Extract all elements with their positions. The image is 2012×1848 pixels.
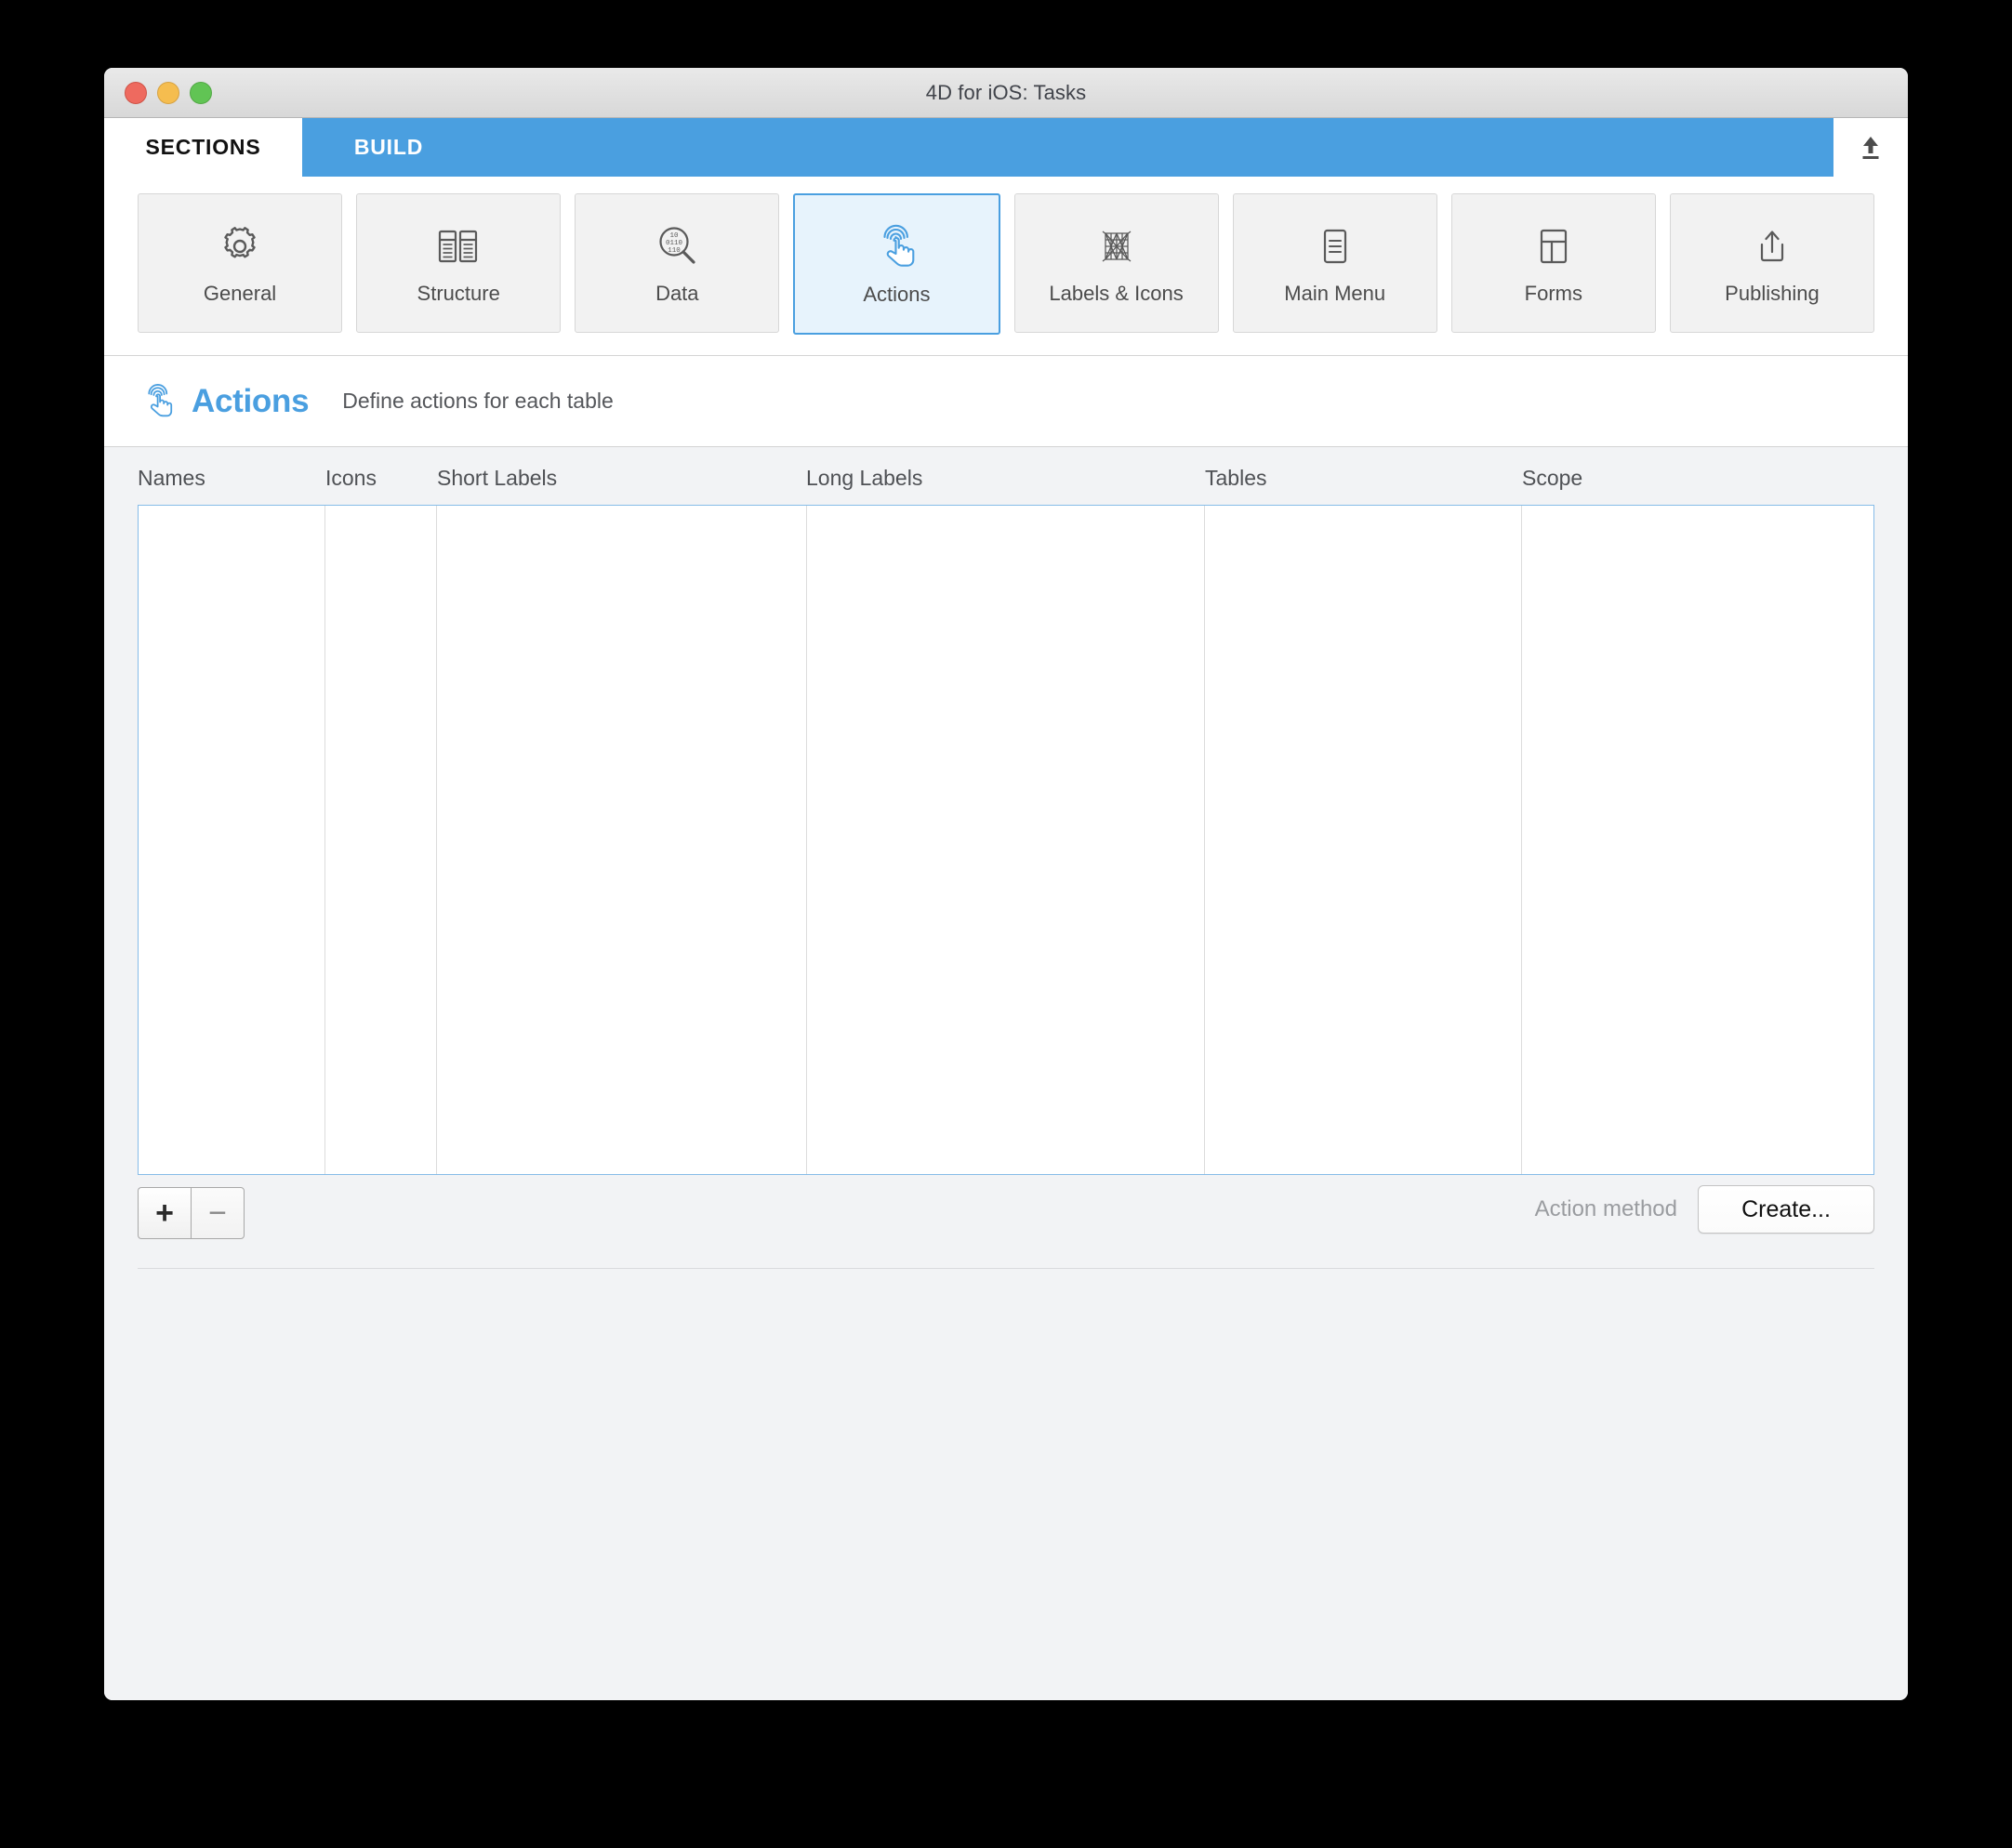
- section-button-general[interactable]: General: [138, 193, 343, 333]
- minimize-button[interactable]: [157, 81, 179, 104]
- column-header-icons[interactable]: Icons: [325, 466, 377, 491]
- tap-finger-icon: [870, 221, 922, 273]
- section-label: Forms: [1524, 282, 1582, 305]
- window-title: 4D for iOS: Tasks: [925, 80, 1087, 104]
- menu-list-icon: [1309, 220, 1361, 272]
- column-header-tables[interactable]: Tables: [1205, 466, 1266, 491]
- svg-text:110: 110: [668, 247, 682, 255]
- page-header: Actions Define actions for each table: [104, 356, 1908, 447]
- section-label: General: [203, 282, 277, 305]
- content-pane: Names Icons Short Labels Long Labels Tab…: [104, 447, 1908, 1700]
- section-label: Main Menu: [1284, 282, 1386, 305]
- table-column-headers: Names Icons Short Labels Long Labels Tab…: [138, 447, 1874, 505]
- layout-panes-icon: [1528, 220, 1580, 272]
- section-button-main-menu[interactable]: Main Menu: [1232, 193, 1437, 333]
- grid-mesh-icon: [1091, 220, 1143, 272]
- section-button-labels-icons[interactable]: Labels & Icons: [1013, 193, 1219, 333]
- app-window: 4D for iOS: Tasks SECTIONS BUILD General…: [104, 68, 1908, 1700]
- section-label: Publishing: [1725, 282, 1820, 305]
- gear-icon: [214, 220, 266, 272]
- column-header-short-labels[interactable]: Short Labels: [437, 466, 557, 491]
- add-action-button[interactable]: +: [138, 1187, 191, 1239]
- upload-icon[interactable]: [1833, 118, 1908, 177]
- column-header-scope[interactable]: Scope: [1522, 466, 1582, 491]
- column-divider[interactable]: [436, 506, 437, 1174]
- add-remove-segmented-control: + −: [138, 1187, 245, 1239]
- section-button-publishing[interactable]: Publishing: [1669, 193, 1874, 333]
- tap-finger-icon: [138, 378, 179, 425]
- page-subtitle: Define actions for each table: [342, 389, 614, 413]
- column-divider[interactable]: [1204, 506, 1205, 1174]
- section-label: Labels & Icons: [1049, 282, 1184, 305]
- tables-icon: [432, 220, 484, 272]
- remove-action-button[interactable]: −: [191, 1187, 245, 1239]
- section-button-structure[interactable]: Structure: [356, 193, 562, 333]
- create-button[interactable]: Create...: [1698, 1185, 1874, 1234]
- maximize-button[interactable]: [190, 81, 212, 104]
- actions-table[interactable]: [138, 505, 1874, 1175]
- section-button-actions[interactable]: Actions: [793, 193, 1000, 335]
- section-button-data[interactable]: 10 0110 110 Data: [575, 193, 780, 333]
- title-bar: 4D for iOS: Tasks: [104, 68, 1908, 118]
- column-header-names[interactable]: Names: [138, 466, 205, 491]
- column-divider[interactable]: [806, 506, 807, 1174]
- column-header-long-labels[interactable]: Long Labels: [806, 466, 922, 491]
- section-label: Structure: [417, 282, 500, 305]
- empty-detail-area: [138, 1269, 1874, 1700]
- tab-build[interactable]: BUILD: [302, 118, 475, 177]
- svg-text:0110: 0110: [666, 240, 683, 247]
- page-title: Actions: [192, 382, 310, 419]
- action-method-group: Action method Create...: [1535, 1175, 1874, 1244]
- section-label: Actions: [863, 283, 931, 306]
- tab-sections[interactable]: SECTIONS: [104, 118, 302, 177]
- upload-tray-icon: [1746, 220, 1798, 272]
- section-toolbar: General Structure 10 0110 110 Data Actio…: [104, 177, 1908, 356]
- tab-bar-background: [302, 118, 1908, 177]
- screen: 4D for iOS: Tasks SECTIONS BUILD General…: [0, 0, 2012, 1848]
- table-bottom-bar: + − Action method Create...: [138, 1175, 1874, 1244]
- close-button[interactable]: [125, 81, 147, 104]
- column-divider[interactable]: [324, 506, 325, 1174]
- tab-bar: SECTIONS BUILD: [104, 118, 1908, 177]
- svg-text:10: 10: [670, 232, 680, 240]
- section-button-forms[interactable]: Forms: [1450, 193, 1656, 333]
- column-divider[interactable]: [1521, 506, 1522, 1174]
- section-label: Data: [655, 282, 699, 305]
- window-controls: [125, 68, 212, 117]
- binary-search-icon: 10 0110 110: [651, 220, 703, 272]
- action-method-label: Action method: [1534, 1196, 1677, 1221]
